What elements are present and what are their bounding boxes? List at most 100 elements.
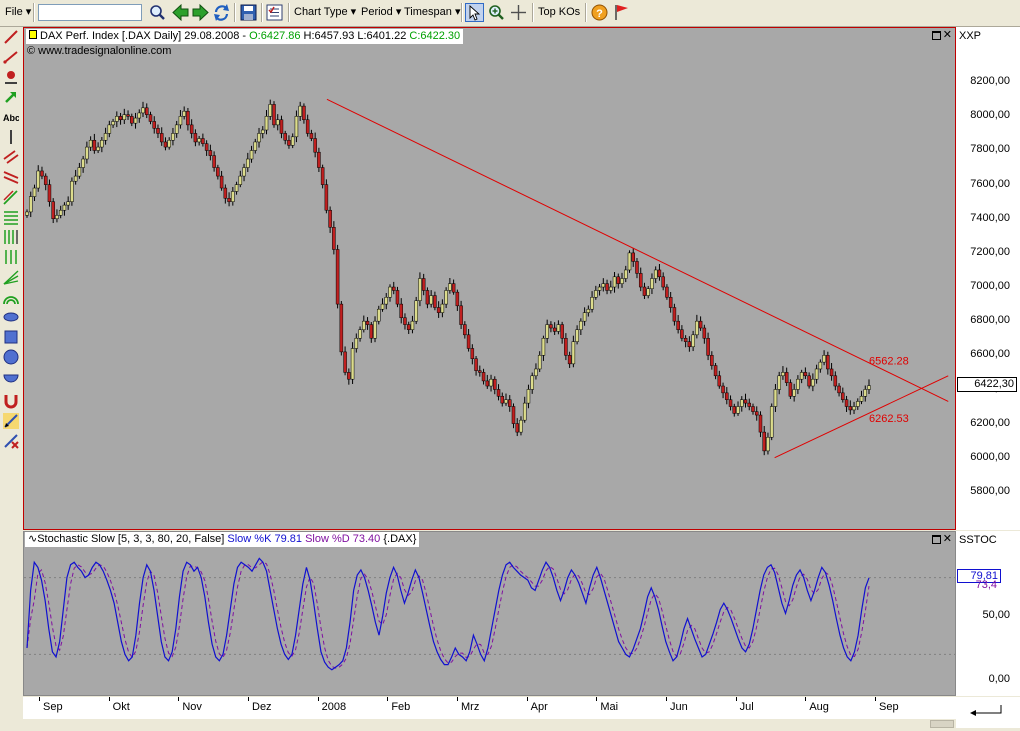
candle-body bbox=[657, 269, 662, 278]
maximize-icon[interactable] bbox=[932, 31, 941, 40]
back-arrow-icon[interactable] bbox=[171, 3, 190, 22]
marker-icon[interactable] bbox=[3, 69, 19, 85]
price-tick-label: 6200,00 bbox=[970, 416, 1010, 429]
candle-body bbox=[43, 175, 48, 185]
circle-icon[interactable] bbox=[3, 349, 19, 365]
candle-body bbox=[859, 396, 864, 402]
scrollbar[interactable] bbox=[23, 719, 956, 728]
magnet-icon[interactable] bbox=[3, 393, 19, 409]
time-tick-label: Apr bbox=[530, 701, 548, 713]
trendline[interactable] bbox=[326, 98, 949, 402]
channel-icon[interactable] bbox=[3, 149, 19, 165]
chart-type-menu[interactable]: Chart Type ▾ bbox=[294, 4, 356, 21]
candle-body bbox=[766, 436, 770, 452]
candle-body bbox=[223, 187, 228, 199]
indicator-symbol: {.DAX} bbox=[383, 533, 417, 545]
time-tick bbox=[805, 697, 807, 701]
candle-body bbox=[290, 136, 295, 146]
fibonacci-time-icon[interactable] bbox=[3, 229, 19, 245]
d-tag: 73,4 bbox=[957, 580, 999, 591]
candle-body bbox=[564, 337, 568, 356]
pen-icon[interactable] bbox=[3, 29, 19, 45]
arrow-icon[interactable] bbox=[3, 89, 19, 105]
chart-menu-icon[interactable] bbox=[29, 30, 37, 39]
stochastic-tick-label: 50,00 bbox=[982, 609, 1010, 621]
candle-body bbox=[717, 375, 722, 387]
maximize-icon[interactable] bbox=[932, 535, 941, 544]
crosshair-icon[interactable] bbox=[509, 3, 528, 22]
candle-body bbox=[118, 116, 123, 121]
zoom-icon[interactable] bbox=[487, 3, 506, 22]
ellipse-icon[interactable] bbox=[3, 309, 19, 325]
time-tick bbox=[387, 697, 389, 701]
fan-icon[interactable] bbox=[3, 269, 19, 285]
close-icon[interactable]: ✕ bbox=[943, 28, 952, 41]
d-tag-value: 73,4 bbox=[975, 579, 997, 591]
candle-body bbox=[560, 324, 564, 339]
close-icon[interactable]: ✕ bbox=[943, 532, 952, 545]
price-tick-label: 5800,00 bbox=[970, 484, 1010, 497]
timespan-menu[interactable]: Timespan ▾ bbox=[404, 4, 460, 21]
candle-body bbox=[489, 378, 493, 387]
price-tick-label: 6800,00 bbox=[970, 314, 1010, 327]
candle-body bbox=[635, 261, 639, 274]
stochastic-chart[interactable] bbox=[24, 532, 955, 695]
forward-arrow-icon[interactable] bbox=[191, 3, 210, 22]
candle-body bbox=[122, 114, 127, 121]
scrollbar-thumb[interactable] bbox=[930, 720, 954, 728]
candle-body bbox=[620, 278, 624, 284]
arc-icon[interactable] bbox=[3, 289, 19, 305]
candle-body bbox=[515, 423, 519, 433]
scroll-arrow-icon[interactable] bbox=[956, 697, 1020, 728]
candle-body bbox=[807, 375, 811, 387]
properties-icon[interactable] bbox=[265, 3, 284, 22]
flag-icon[interactable] bbox=[612, 3, 631, 22]
price-tick-label: 7400,00 bbox=[970, 211, 1010, 224]
price-chart-panel[interactable]: 6562.28 6262.53 DAX Perf. Index [.DAX Dai… bbox=[23, 27, 956, 530]
time-tick-label: Dez bbox=[252, 701, 272, 713]
file-menu[interactable]: File ▾ bbox=[5, 4, 31, 21]
trendline[interactable] bbox=[774, 375, 949, 459]
candle-body bbox=[429, 295, 433, 305]
grid-tool-icon[interactable] bbox=[3, 249, 19, 265]
stochastic-panel[interactable]: ∿Stochastic Slow [5, 3, 3, 80, 20, False… bbox=[23, 531, 956, 696]
delete-drawing-icon[interactable] bbox=[3, 433, 19, 449]
top-kos-button[interactable]: Top KOs bbox=[538, 4, 580, 21]
save-icon[interactable] bbox=[239, 3, 258, 22]
text-tool-icon[interactable]: Abc bbox=[3, 109, 20, 125]
time-axis[interactable]: Sep Okt Nov Dez 2008 Feb Mrz Apr Mai Jun Jul Aug Sep bbox=[23, 697, 956, 719]
candle-body bbox=[803, 372, 808, 377]
stochastic-axis[interactable]: SSTOC 50,00 0,00 79,81 73,4 bbox=[956, 531, 1020, 696]
parallel-lines-icon[interactable] bbox=[3, 169, 19, 185]
rectangle-icon[interactable] bbox=[3, 329, 19, 345]
candle-body bbox=[609, 286, 613, 291]
half-circle-icon[interactable] bbox=[3, 369, 19, 385]
fibonacci-icon[interactable] bbox=[3, 209, 19, 225]
pitchfork-icon[interactable] bbox=[3, 189, 19, 205]
drawing-mode-icon[interactable] bbox=[3, 413, 19, 429]
refresh-icon[interactable] bbox=[212, 3, 231, 22]
vertical-line-icon[interactable] bbox=[3, 129, 19, 145]
candle-body bbox=[571, 341, 576, 365]
candle-body bbox=[107, 124, 112, 134]
candle-body bbox=[481, 372, 486, 382]
candle-body bbox=[837, 385, 841, 394]
separator bbox=[585, 3, 587, 22]
candlestick-chart[interactable]: 6562.28 6262.53 bbox=[24, 28, 955, 529]
cursor-icon[interactable] bbox=[465, 3, 484, 22]
candle-body bbox=[418, 278, 422, 301]
help-icon[interactable]: ? bbox=[590, 3, 609, 22]
candle-body bbox=[582, 312, 587, 322]
price-axis[interactable]: XXP 8200,00 8000,00 7800,00 7600,00 7400,00 7… bbox=[956, 27, 1020, 530]
svg-text:?: ? bbox=[596, 8, 603, 20]
candle-body bbox=[362, 320, 366, 330]
period-menu[interactable]: Period ▾ bbox=[361, 4, 401, 21]
candle-body bbox=[612, 276, 617, 288]
symbol-input[interactable] bbox=[38, 4, 142, 21]
candle-body bbox=[624, 269, 628, 279]
candle-body bbox=[343, 351, 347, 373]
candle-body bbox=[747, 402, 751, 407]
search-icon[interactable] bbox=[148, 3, 167, 22]
candle-body bbox=[332, 227, 336, 250]
trendline-icon[interactable] bbox=[3, 49, 19, 65]
